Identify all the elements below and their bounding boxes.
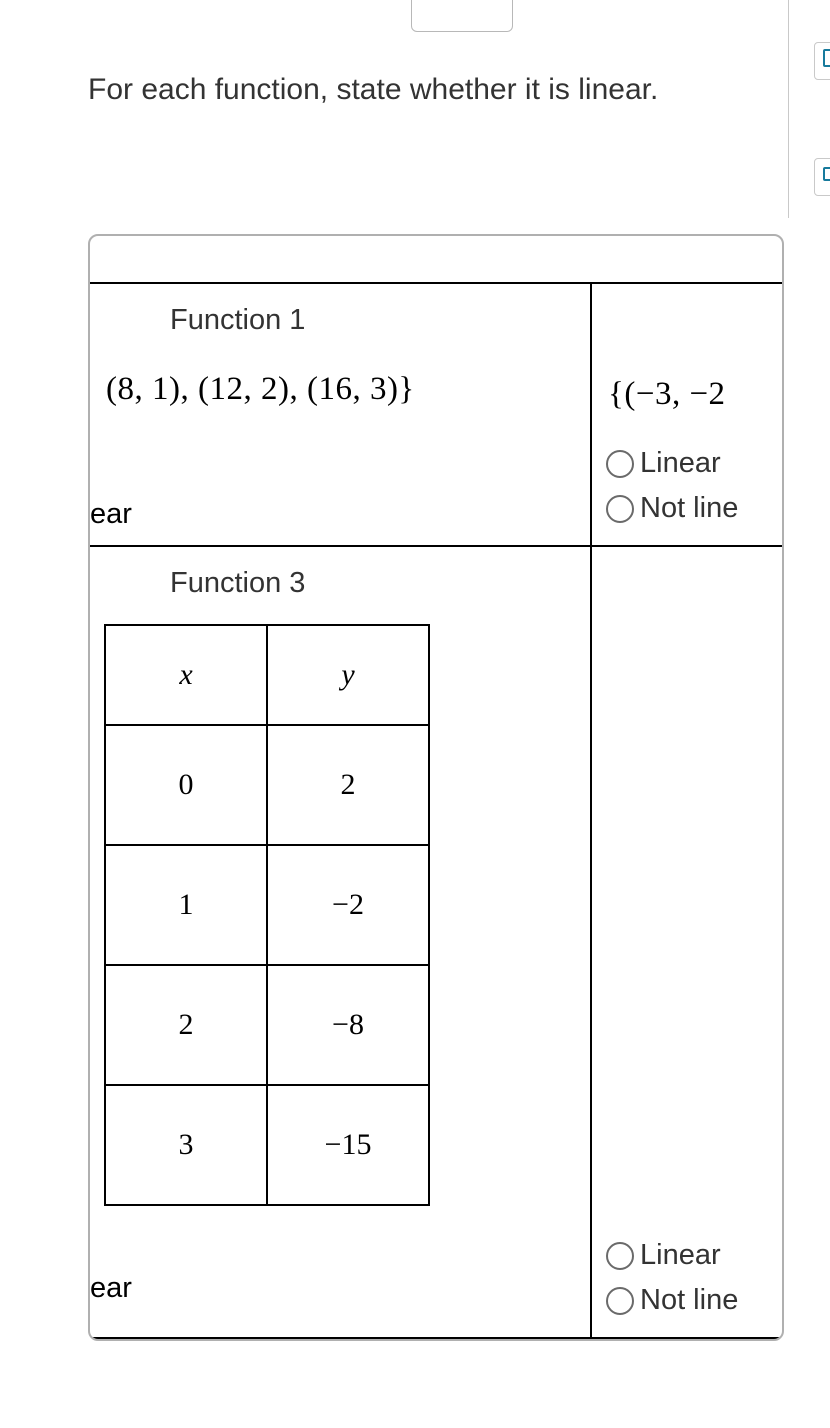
function-4-not-linear-option[interactable]: Not line (606, 1278, 772, 1323)
notes-button[interactable] (814, 158, 830, 196)
left-truncated-text-bottom: ear (90, 1272, 590, 1319)
calculator-button[interactable] (814, 42, 830, 80)
radio-icon (606, 1242, 634, 1270)
function-3-table: x y 0 2 1 −2 2 −8 3 −15 (104, 624, 430, 1206)
right-rail-divider (788, 0, 789, 218)
toolbar-box (411, 0, 513, 32)
option-label: Not line (640, 1278, 738, 1323)
option-label: Not line (640, 486, 738, 531)
radio-icon (606, 450, 634, 478)
function-1-points: (8, 1), (12, 2), (16, 3)} (90, 353, 590, 418)
table-header-x: x (105, 625, 267, 725)
radio-icon (606, 1287, 634, 1315)
table-row: 3 −15 (105, 1085, 429, 1205)
question-panel: Function 1 (8, 1), (12, 2), (16, 3)} ear… (88, 234, 784, 1341)
function-2-points-partial: {(−3, −2 (606, 358, 772, 423)
function-2-linear-option[interactable]: Linear (606, 441, 772, 486)
row-function-1-2: Function 1 (8, 1), (12, 2), (16, 3)} ear… (90, 284, 782, 545)
row-function-3-4: Function 3 x y 0 2 1 −2 2 −8 (90, 547, 782, 1337)
option-label: Linear (640, 1233, 721, 1278)
function-4-linear-option[interactable]: Linear (606, 1233, 772, 1278)
left-truncated-text: ear (90, 498, 590, 545)
radio-icon (606, 495, 634, 523)
function-1-label: Function 1 (90, 284, 590, 353)
table-header-y: y (267, 625, 429, 725)
option-label: Linear (640, 441, 721, 486)
function-3-label: Function 3 (90, 547, 590, 616)
table-row: 0 2 (105, 725, 429, 845)
table-row: 2 −8 (105, 965, 429, 1085)
table-row: 1 −2 (105, 845, 429, 965)
function-2-not-linear-option[interactable]: Not line (606, 486, 772, 531)
question-prompt: For each function, state whether it is l… (88, 68, 748, 112)
